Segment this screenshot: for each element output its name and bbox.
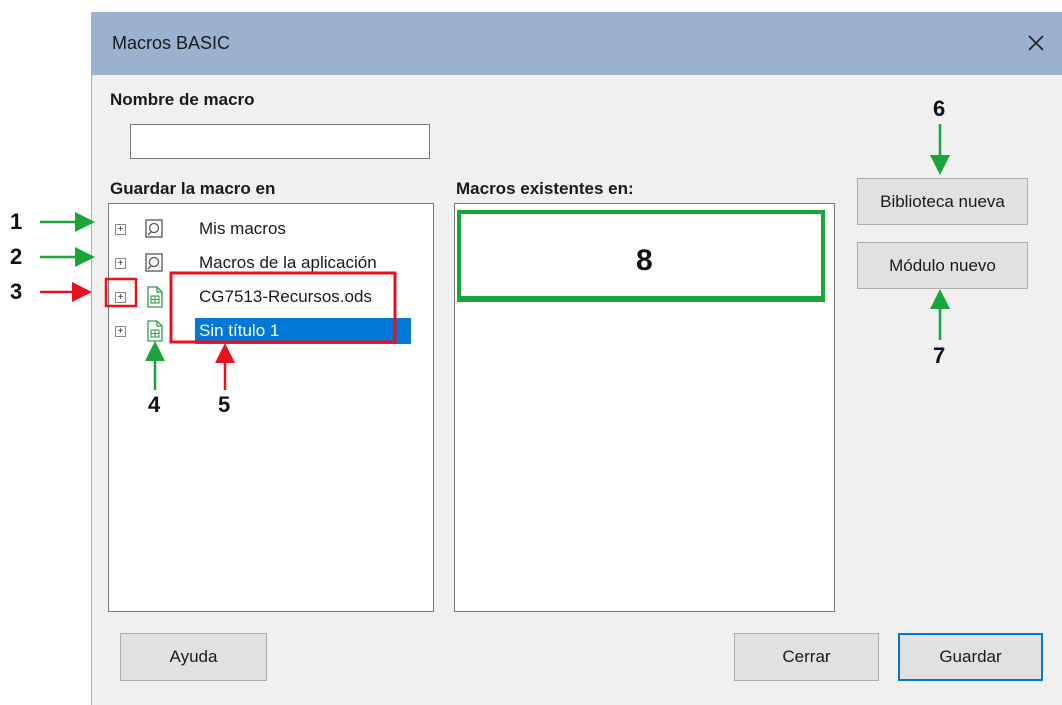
expand-icon[interactable]: + bbox=[115, 258, 126, 269]
tree-item-label: CG7513-Recursos.ods bbox=[199, 287, 372, 306]
close-button[interactable]: Cerrar bbox=[734, 633, 879, 681]
existing-macros-label: Macros existentes en: bbox=[456, 179, 634, 198]
expand-icon[interactable]: + bbox=[115, 224, 126, 235]
tree-item-label: Mis macros bbox=[199, 219, 286, 238]
spreadsheet-document-icon bbox=[144, 286, 166, 308]
expand-icon[interactable]: + bbox=[115, 292, 126, 303]
save-button[interactable]: Guardar bbox=[898, 633, 1043, 681]
tree-item-label: Macros de la aplicación bbox=[199, 253, 377, 272]
new-library-button[interactable]: Biblioteca nueva bbox=[857, 178, 1028, 225]
callout-number-2: 2 bbox=[10, 244, 23, 269]
close-icon[interactable] bbox=[1018, 26, 1054, 60]
callout-number-4: 4 bbox=[148, 392, 161, 417]
macros-basic-dialog: Macros BASIC Nombre de macro Guardar la … bbox=[91, 12, 1062, 705]
macro-name-input[interactable] bbox=[130, 124, 430, 159]
macro-name-label: Nombre de macro bbox=[110, 90, 255, 109]
new-module-button[interactable]: Módulo nuevo bbox=[857, 242, 1028, 289]
callout-number-3: 3 bbox=[10, 279, 23, 304]
callout-number-6: 6 bbox=[933, 96, 946, 121]
callout-number-7: 7 bbox=[933, 343, 946, 368]
tree-item-label: Sin título 1 bbox=[195, 318, 411, 344]
macro-library-icon bbox=[144, 218, 166, 240]
help-button[interactable]: Ayuda bbox=[120, 633, 267, 681]
tree-item-document[interactable]: + CG7513-Recursos.ods bbox=[109, 281, 429, 315]
save-in-label: Guardar la macro en bbox=[110, 179, 276, 198]
callout-number-5: 5 bbox=[218, 392, 231, 417]
title-bar: Macros BASIC bbox=[92, 12, 1062, 75]
spreadsheet-document-icon bbox=[144, 320, 166, 342]
tree-item-untitled[interactable]: + Sin título 1 bbox=[109, 315, 429, 349]
dialog-title: Macros BASIC bbox=[112, 33, 231, 53]
tree-item-mis-macros[interactable]: + Mis macros bbox=[109, 213, 429, 247]
macro-library-icon bbox=[144, 252, 166, 274]
callout-number-8: 8 bbox=[636, 244, 653, 277]
tree-item-macros-aplicacion[interactable]: + Macros de la aplicación bbox=[109, 247, 429, 281]
expand-icon[interactable]: + bbox=[115, 326, 126, 337]
screen: Macros BASIC Nombre de macro Guardar la … bbox=[0, 0, 1062, 705]
callout-number-1: 1 bbox=[10, 209, 23, 234]
